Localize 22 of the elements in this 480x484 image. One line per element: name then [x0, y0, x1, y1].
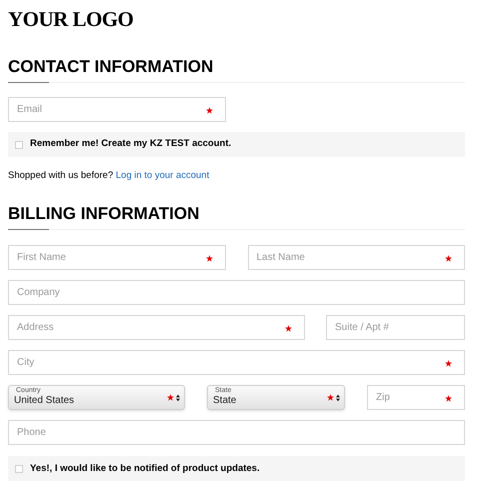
section-heading: BILLING INFORMATION — [8, 205, 200, 226]
up-down-arrows-icon — [336, 394, 340, 402]
dropdown-value: United States — [14, 395, 76, 406]
input-field[interactable]: Address — [8, 315, 305, 340]
up-down-arrows-icon — [176, 394, 180, 402]
checkbox-label: Remember me! Create my KZ TEST account. — [30, 137, 232, 152]
input-field[interactable]: First Name — [8, 245, 226, 270]
checkbox-label: Yes!, I would like to be notified of product updates. — [30, 462, 260, 476]
input-field[interactable]: Phone — [8, 420, 465, 446]
checkbox[interactable] — [15, 140, 23, 148]
section-heading: CONTACT INFORMATION — [8, 58, 214, 78]
input-field[interactable]: Last Name — [248, 245, 465, 270]
logo: YOUR LOGO — [8, 6, 134, 30]
login-link[interactable]: Log in to your account — [116, 170, 210, 181]
input-field[interactable]: Zip — [367, 385, 465, 410]
dropdown-value: State — [213, 395, 238, 406]
checkbox[interactable] — [15, 464, 23, 473]
input-field[interactable]: City — [8, 350, 465, 376]
input-field[interactable]: Email — [8, 97, 226, 122]
input-field[interactable]: Company — [8, 280, 465, 306]
input-field[interactable]: Suite / Apt # — [326, 315, 465, 340]
login-prompt-text: Shopped with us before? — [8, 170, 114, 181]
